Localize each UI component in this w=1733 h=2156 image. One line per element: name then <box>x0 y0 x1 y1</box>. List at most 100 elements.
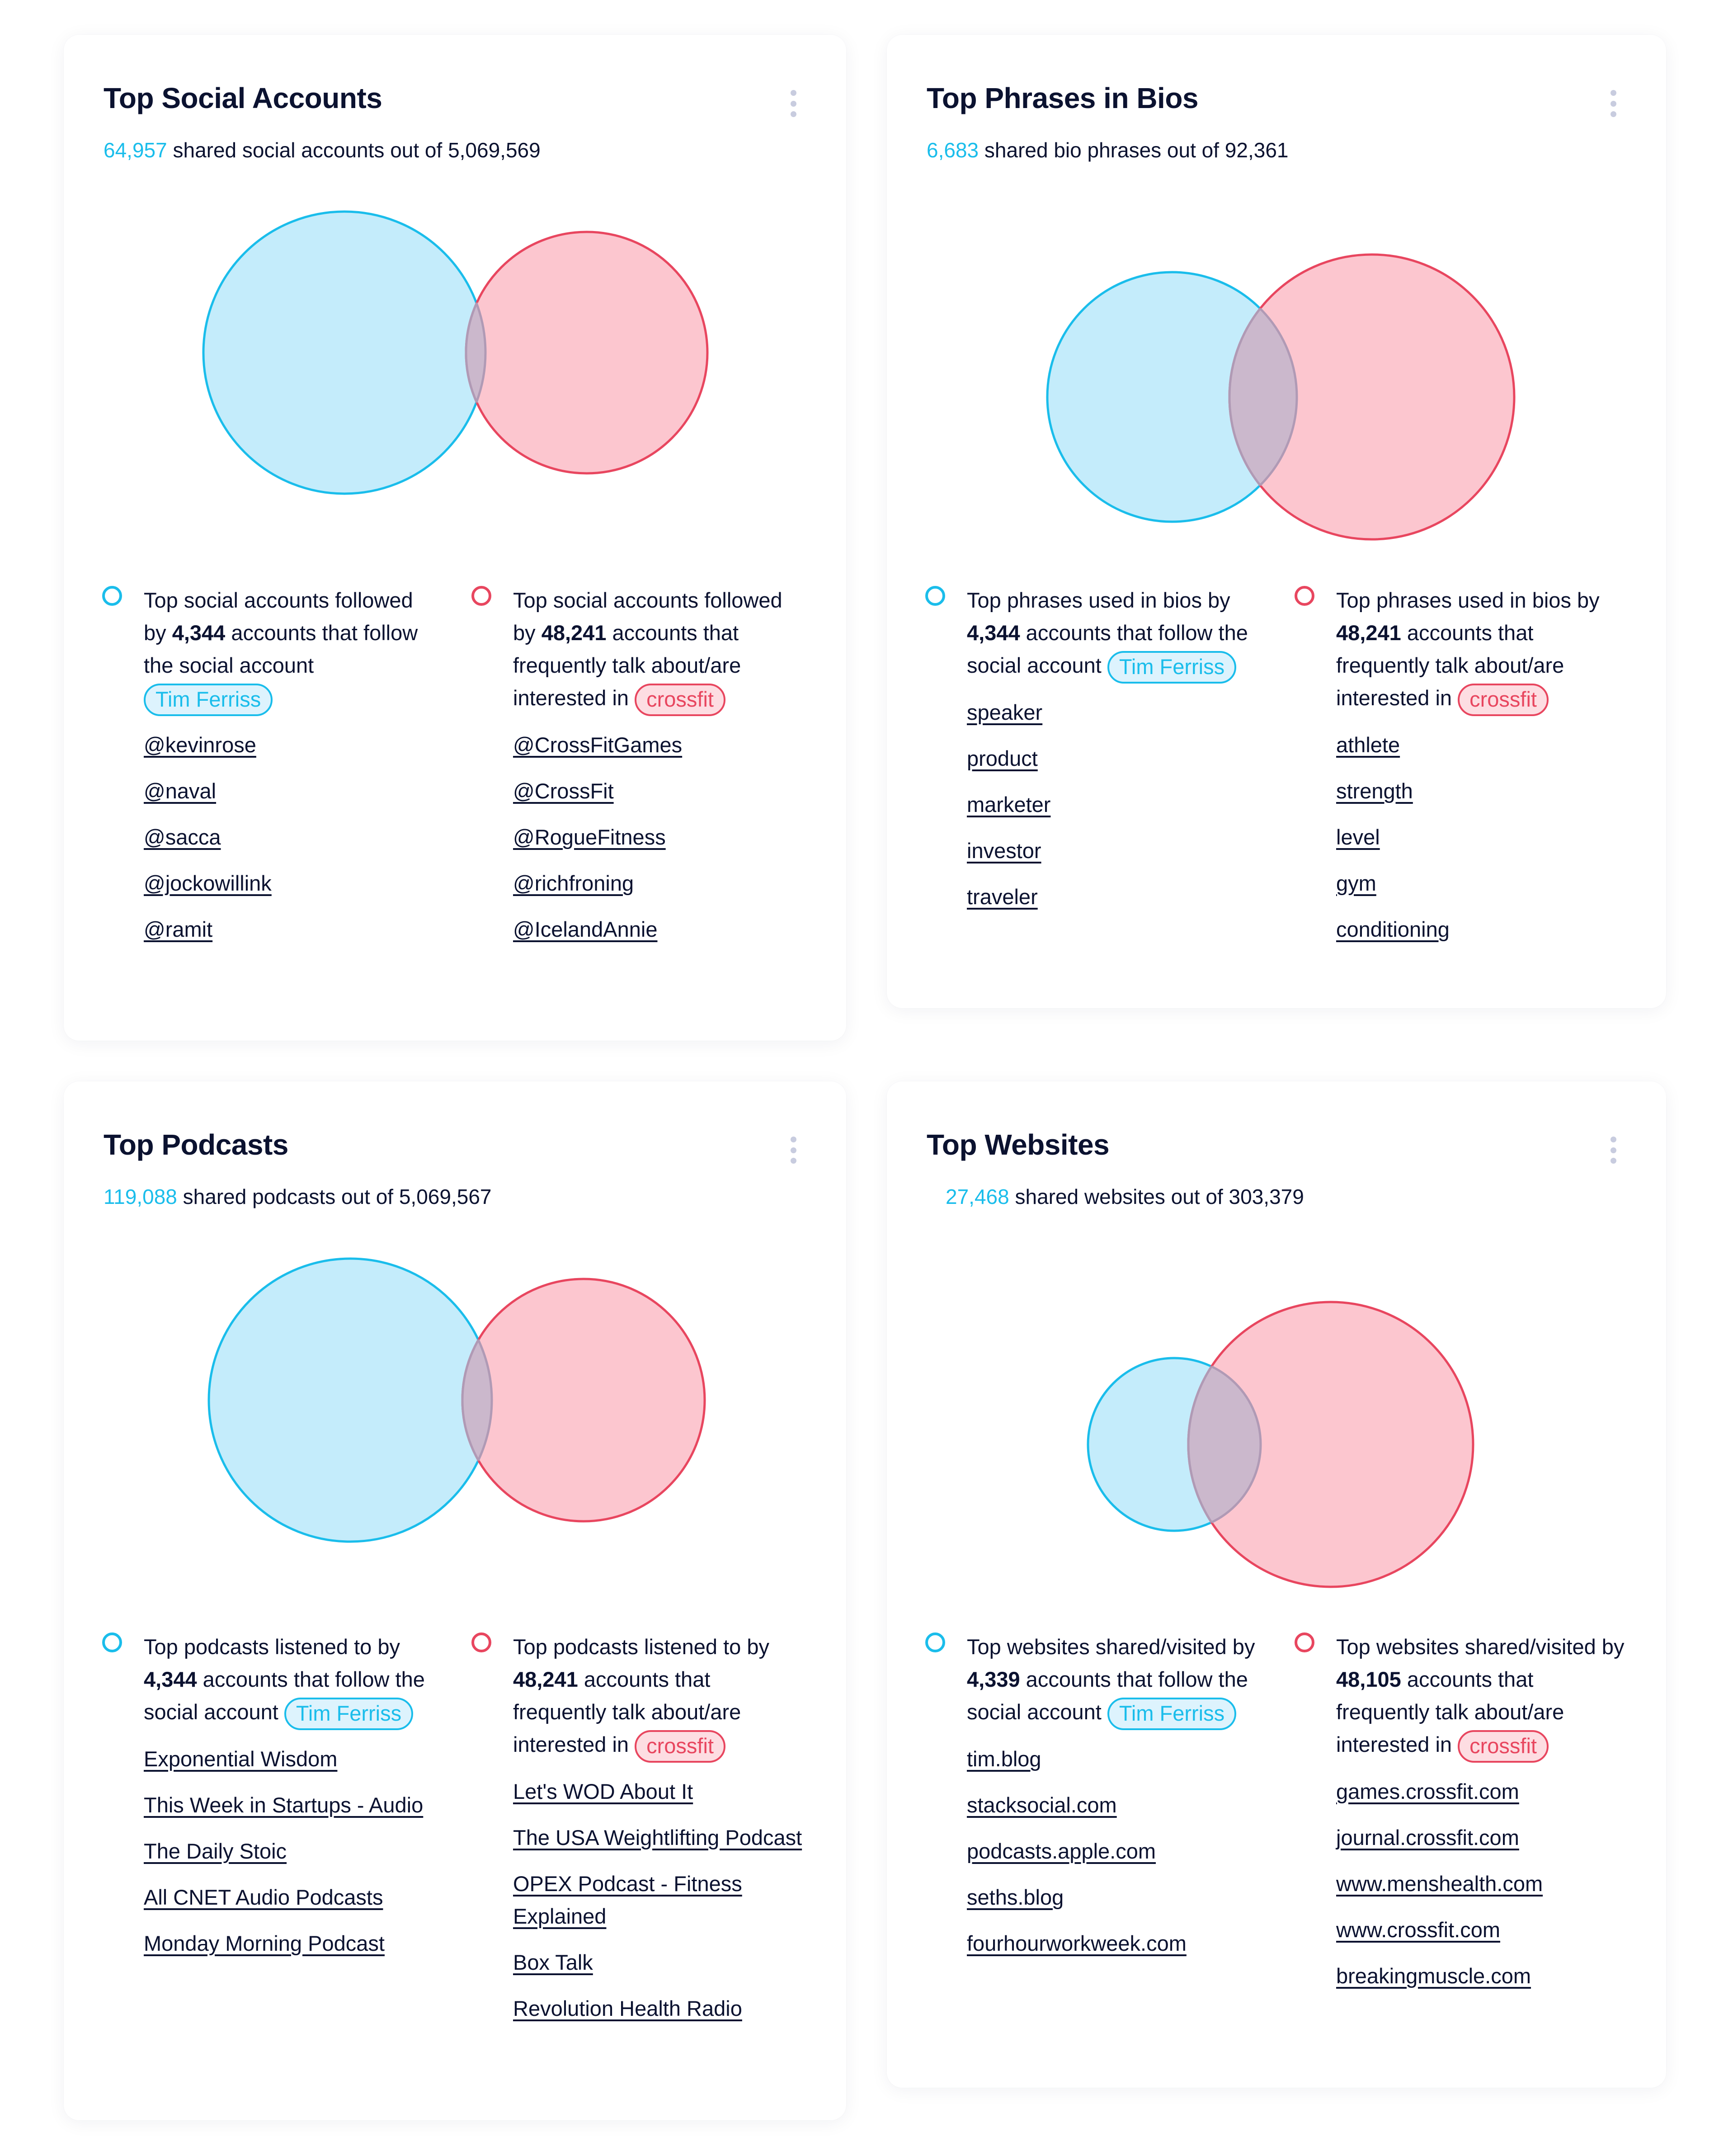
item-link[interactable]: seths.blog <box>967 1885 1064 1909</box>
venn-circle-left[interactable] <box>202 210 487 495</box>
item-link[interactable]: Monday Morning Podcast <box>144 1931 385 1955</box>
legend-left: Top social accounts followed by 4,344 ac… <box>102 584 433 959</box>
list-item: games.crossfit.com <box>1336 1775 1625 1808</box>
card-title: Top Phrases in Bios <box>927 82 1199 114</box>
item-link[interactable]: OPEX Podcast - Fitness Explained <box>513 1872 742 1928</box>
item-link[interactable]: @jockowillink <box>144 871 272 895</box>
list-item: seths.blog <box>967 1881 1256 1914</box>
item-link[interactable]: tim.blog <box>967 1747 1041 1771</box>
list-item: level <box>1336 821 1625 854</box>
venn-circle-right[interactable] <box>465 231 709 475</box>
item-link[interactable]: games.crossfit.com <box>1336 1779 1519 1803</box>
item-link[interactable]: Exponential Wisdom <box>144 1747 337 1771</box>
item-link[interactable]: fourhourworkweek.com <box>967 1931 1187 1955</box>
item-link[interactable]: www.crossfit.com <box>1336 1918 1500 1942</box>
item-link[interactable]: speaker <box>967 700 1042 724</box>
item-link[interactable]: @ramit <box>144 917 212 941</box>
item-link[interactable]: marketer <box>967 793 1050 816</box>
legend-description: Top phrases used in bios by 48,241 accou… <box>1336 584 1625 716</box>
tag-pill[interactable]: Tim Ferriss <box>1107 1697 1237 1730</box>
item-link[interactable]: The USA Weightlifting Podcast <box>513 1826 802 1849</box>
item-link[interactable]: @IcelandAnnie <box>513 917 657 941</box>
item-link[interactable]: athlete <box>1336 733 1400 757</box>
item-link[interactable]: The Daily Stoic <box>144 1839 287 1863</box>
item-list: speaker product marketer investor travel… <box>967 696 1256 913</box>
list-item: @richfroning <box>513 867 802 900</box>
item-link[interactable]: @kevinrose <box>144 733 256 757</box>
legend-left: Top websites shared/visited by 4,339 acc… <box>925 1631 1256 1973</box>
list-item: @CrossFitGames <box>513 729 802 761</box>
list-item: All CNET Audio Podcasts <box>144 1881 433 1914</box>
item-link[interactable]: @sacca <box>144 825 221 849</box>
item-link[interactable]: @richfroning <box>513 871 634 895</box>
circle-outline-icon <box>925 1632 945 1652</box>
list-item: stacksocial.com <box>967 1789 1256 1821</box>
venn-diagram <box>1046 253 1516 541</box>
item-link[interactable]: Box Talk <box>513 1950 593 1974</box>
tag-pill[interactable]: Tim Ferriss <box>284 1697 414 1730</box>
item-link[interactable]: @CrossFitGames <box>513 733 682 757</box>
tag-pill[interactable]: Tim Ferriss <box>144 683 273 716</box>
item-link[interactable]: product <box>967 746 1038 770</box>
list-item: @RogueFitness <box>513 821 802 854</box>
item-link[interactable]: level <box>1336 825 1380 849</box>
item-link[interactable]: traveler <box>967 885 1038 909</box>
list-item: podcasts.apple.com <box>967 1835 1256 1868</box>
item-list: tim.blog stacksocial.com podcasts.apple.… <box>967 1743 1256 1960</box>
kebab-menu-icon[interactable] <box>1608 90 1618 117</box>
venn-circle-right[interactable] <box>461 1278 706 1523</box>
legend-right: Top phrases used in bios by 48,241 accou… <box>1295 584 1625 959</box>
item-link[interactable]: This Week in Startups - Audio <box>144 1793 423 1817</box>
kebab-menu-icon[interactable] <box>1608 1137 1618 1164</box>
item-list: games.crossfit.com journal.crossfit.com … <box>1336 1775 1625 1992</box>
legend-description: Top social accounts followed by 48,241 a… <box>513 584 802 716</box>
venn-circle-left[interactable] <box>207 1257 493 1543</box>
list-item: investor <box>967 835 1256 867</box>
card-top-podcasts: Top Podcasts 119,088 shared podcasts out… <box>64 1081 846 2120</box>
list-item: @ramit <box>144 913 433 946</box>
tag-pill[interactable]: crossfit <box>635 683 725 716</box>
list-item: @IcelandAnnie <box>513 913 802 946</box>
list-item: @naval <box>144 775 433 807</box>
item-link[interactable]: Let's WOD About It <box>513 1779 693 1803</box>
kebab-menu-icon[interactable] <box>788 90 798 117</box>
tag-pill[interactable]: crossfit <box>1458 1730 1549 1763</box>
list-item: breakingmuscle.com <box>1336 1960 1625 1992</box>
list-item: journal.crossfit.com <box>1336 1821 1625 1854</box>
item-link[interactable]: investor <box>967 839 1041 863</box>
card-subtitle: 27,468 shared websites out of 303,379 <box>946 1185 1304 1208</box>
item-link[interactable]: @CrossFit <box>513 779 614 803</box>
tag-pill[interactable]: crossfit <box>1458 683 1549 716</box>
item-link[interactable]: All CNET Audio Podcasts <box>144 1885 383 1909</box>
card-subtitle: 6,683 shared bio phrases out of 92,361 <box>927 138 1289 162</box>
item-link[interactable]: @naval <box>144 779 216 803</box>
item-link[interactable]: strength <box>1336 779 1413 803</box>
list-item: This Week in Startups - Audio <box>144 1789 433 1821</box>
item-link[interactable]: stacksocial.com <box>967 1793 1117 1817</box>
item-link[interactable]: Revolution Health Radio <box>513 1996 742 2020</box>
tag-pill[interactable]: Tim Ferriss <box>1107 651 1237 684</box>
item-link[interactable]: gym <box>1336 871 1376 895</box>
list-item: tim.blog <box>967 1743 1256 1775</box>
list-item: gym <box>1336 867 1625 900</box>
legend-left: Top podcasts listened to by 4,344 accoun… <box>102 1631 433 1973</box>
card-top-websites: Top Websites 27,468 shared websites out … <box>887 1081 1666 2088</box>
legend-left: Top phrases used in bios by 4,344 accoun… <box>925 584 1256 927</box>
item-link[interactable]: breakingmuscle.com <box>1336 1964 1531 1988</box>
venn-diagram <box>202 210 709 495</box>
shared-count: 119,088 <box>104 1185 177 1208</box>
circle-outline-icon <box>1295 1632 1314 1652</box>
legend-right: Top social accounts followed by 48,241 a… <box>471 584 802 959</box>
item-link[interactable]: podcasts.apple.com <box>967 1839 1156 1863</box>
item-link[interactable]: @RogueFitness <box>513 825 666 849</box>
circle-outline-icon <box>471 1632 491 1652</box>
venn-diagram <box>207 1257 706 1543</box>
kebab-menu-icon[interactable] <box>788 1137 798 1164</box>
tag-pill[interactable]: crossfit <box>635 1730 725 1763</box>
item-link[interactable]: conditioning <box>1336 917 1450 941</box>
item-link[interactable]: journal.crossfit.com <box>1336 1826 1519 1849</box>
list-item: The USA Weightlifting Podcast <box>513 1821 802 1854</box>
list-item: marketer <box>967 788 1256 821</box>
card-title: Top Podcasts <box>104 1128 288 1161</box>
item-link[interactable]: www.menshealth.com <box>1336 1872 1543 1896</box>
